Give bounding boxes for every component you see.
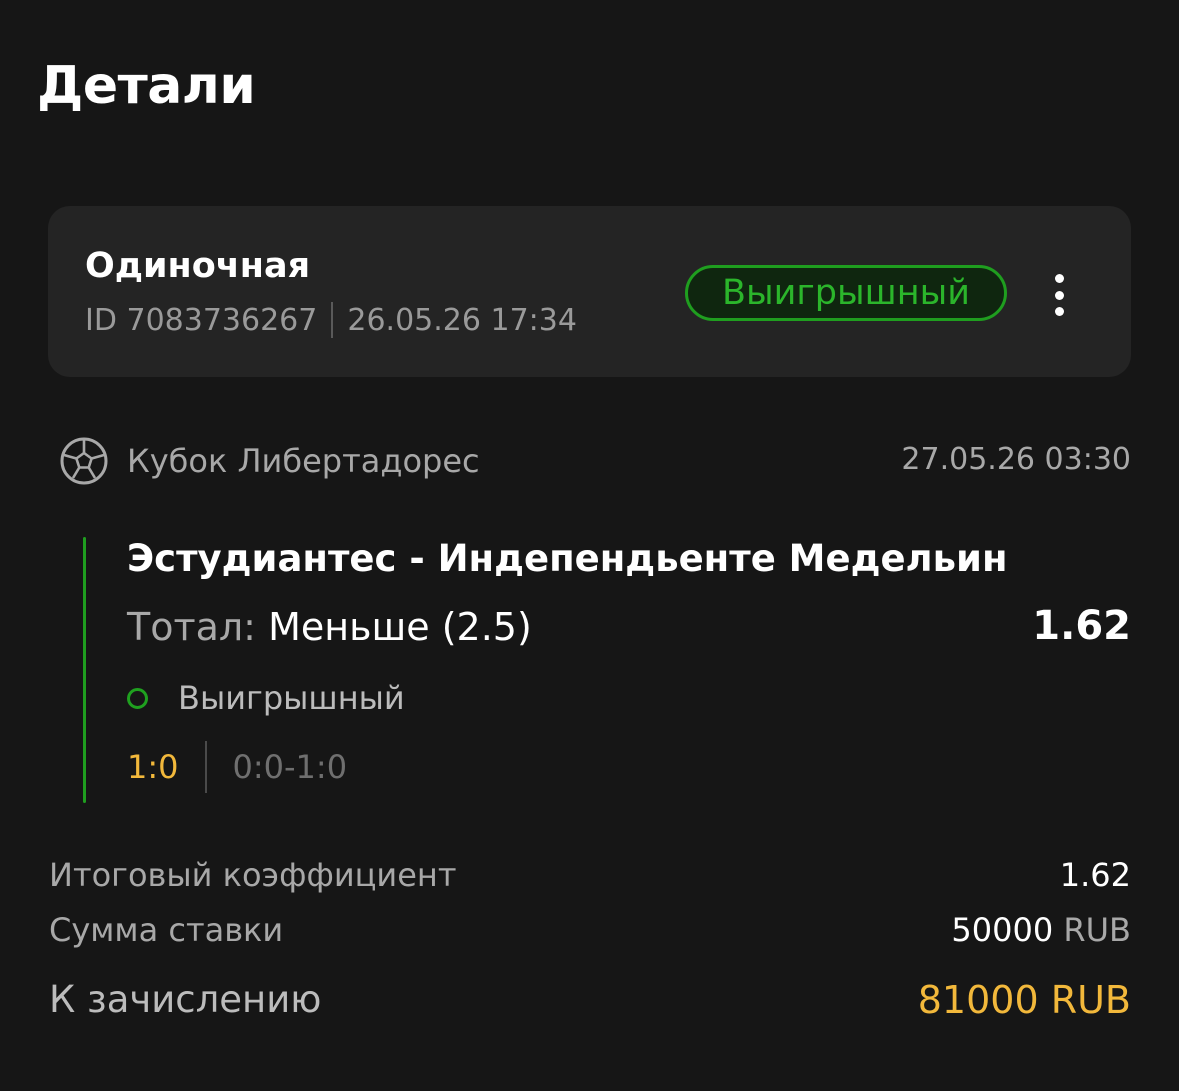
summary-row-stake: Сумма ставки 50000 RUB <box>49 911 1131 951</box>
bet-meta: ID 7083736267 26.05.26 17:34 <box>85 302 577 338</box>
total-odds-value: 1.62 <box>1059 856 1131 894</box>
status-indicator-bar <box>83 537 86 803</box>
bet-placed-at: 26.05.26 17:34 <box>347 302 577 338</box>
event-odds: 1.62 <box>1032 603 1131 649</box>
market-label: Тотал: <box>127 605 256 649</box>
stake-amount: 50000 <box>951 911 1054 949</box>
more-dot <box>1054 290 1064 300</box>
status-badge: Выигрышный <box>685 265 1007 321</box>
result-row: Выигрышный <box>127 679 405 717</box>
final-score: 1:0 <box>127 748 179 786</box>
more-dot <box>1054 274 1064 283</box>
stake-currency: RUB <box>1063 911 1131 949</box>
page-title: Детали <box>37 56 256 116</box>
match-title: Эстудиантес - Индепендьенте Медельин <box>127 537 1008 580</box>
payout-label: К зачислению <box>49 978 322 1021</box>
stake-label: Сумма ставки <box>49 911 284 949</box>
period-scores: 0:0-1:0 <box>232 748 348 786</box>
score-divider <box>204 741 207 793</box>
bet-type: Одиночная <box>85 246 311 286</box>
more-dot <box>1054 307 1064 316</box>
total-odds-label: Итоговый коэффициент <box>49 856 457 894</box>
market-value: Меньше (2.5) <box>268 605 532 649</box>
payout-value: 81000 RUB <box>917 978 1131 1022</box>
score-row: 1:0 0:0-1:0 <box>127 741 347 793</box>
market: Тотал: Меньше (2.5) <box>127 605 532 649</box>
more-vertical-icon[interactable] <box>1038 270 1080 320</box>
result-text: Выигрышный <box>178 679 405 717</box>
soccer-ball-icon <box>60 437 108 485</box>
summary-row-total-odds: Итоговый коэффициент 1.62 <box>49 856 1131 896</box>
league-name: Кубок Либертадорес <box>127 442 480 480</box>
summary-row-payout: К зачислению 81000 RUB <box>49 978 1131 1028</box>
bet-summary: Итоговый коэффициент 1.62 Сумма ставки 5… <box>49 856 1131 1022</box>
event-block: Эстудиантес - Индепендьенте Медельин Тот… <box>83 537 1131 803</box>
stake-value: 50000 RUB <box>951 911 1131 949</box>
bet-card: Одиночная ID 7083736267 26.05.26 17:34 В… <box>48 206 1131 377</box>
event-date: 27.05.26 03:30 <box>901 442 1131 477</box>
win-status-icon <box>127 687 148 709</box>
league-row: Кубок Либертадорес 27.05.26 03:30 <box>59 436 1131 488</box>
bet-id: ID 7083736267 <box>85 302 318 338</box>
meta-divider <box>331 302 334 338</box>
